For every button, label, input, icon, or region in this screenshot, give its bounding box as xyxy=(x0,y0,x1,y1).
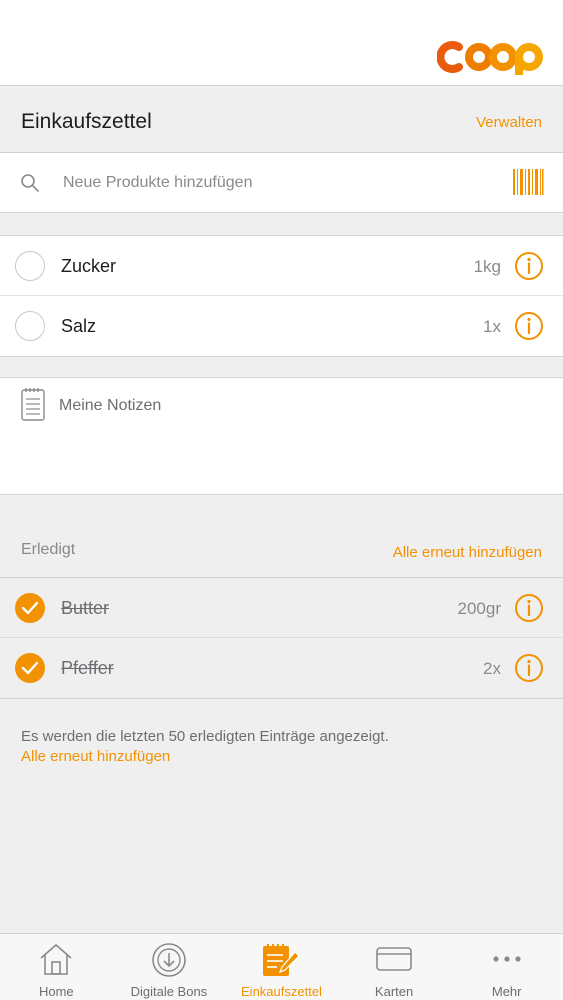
shopping-list-icon xyxy=(261,942,301,983)
item-checkbox[interactable] xyxy=(15,311,45,341)
tab-label: Home xyxy=(38,984,74,999)
done-footnote: Es werden die letzten 50 erledigten Eint… xyxy=(21,727,541,767)
tab-digitale-bons[interactable]: Digitale Bons xyxy=(113,934,226,1000)
item-name: Salz xyxy=(61,316,97,336)
item-quantity: 200gr xyxy=(457,599,501,618)
tab-label: Digitale Bons xyxy=(130,984,208,999)
home-icon xyxy=(38,942,74,981)
done-item[interactable]: Pfeffer 2x xyxy=(0,638,563,698)
done-label: Erledigt xyxy=(21,541,76,558)
footnote-text: Es werden die letzten 50 erledigten Eint… xyxy=(21,728,389,745)
add-product-search[interactable]: Neue Produkte hinzufügen xyxy=(0,153,563,213)
readd-all-button[interactable]: Alle erneut hinzufügen xyxy=(393,544,542,561)
list-header: Einkaufszettel Verwalten xyxy=(0,86,563,153)
item-quantity: 1kg xyxy=(473,257,501,276)
coop-logo xyxy=(437,38,549,76)
receipt-icon xyxy=(151,942,187,983)
tab-label: Karten xyxy=(374,984,414,999)
item-name: Zucker xyxy=(61,256,117,276)
list-item[interactable]: Salz 1x xyxy=(0,296,563,356)
info-icon[interactable] xyxy=(514,251,544,281)
footnote-readd-link[interactable]: Alle erneut hinzufügen xyxy=(21,747,541,767)
top-bar xyxy=(0,0,563,86)
tab-einkaufszettel[interactable]: Einkaufszettel xyxy=(225,934,338,1000)
card-icon xyxy=(375,942,413,981)
tab-bar: Home Digitale Bons Einkaufszettel Karten… xyxy=(0,933,563,1000)
item-quantity: 2x xyxy=(483,659,501,678)
list-item[interactable]: Zucker 1kg xyxy=(0,236,563,296)
tab-label: Mehr xyxy=(491,984,522,999)
page-title: Einkaufszettel xyxy=(21,110,152,133)
shopping-list: Zucker 1kg Salz 1x xyxy=(0,235,563,357)
info-icon[interactable] xyxy=(514,311,544,341)
info-icon[interactable] xyxy=(514,653,544,683)
more-icon xyxy=(489,942,525,981)
search-input[interactable]: Neue Produkte hinzufügen xyxy=(63,174,252,192)
done-section-header: Erledigt Alle erneut hinzufügen xyxy=(0,530,563,576)
notes-placeholder: Meine Notizen xyxy=(59,397,162,414)
info-icon[interactable] xyxy=(514,593,544,623)
manage-button[interactable]: Verwalten xyxy=(476,114,542,131)
tab-karten[interactable]: Karten xyxy=(338,934,451,1000)
notepad-icon xyxy=(20,386,46,427)
checked-checkbox[interactable] xyxy=(15,653,45,683)
tab-label: Einkaufszettel xyxy=(241,984,322,999)
search-icon xyxy=(20,173,40,198)
barcode-icon[interactable] xyxy=(512,168,544,201)
tab-home[interactable]: Home xyxy=(0,934,113,1000)
item-name: Butter xyxy=(61,598,110,618)
notes-area[interactable]: Meine Notizen xyxy=(0,377,563,495)
done-list: Butter 200gr Pfeffer 2x xyxy=(0,577,563,699)
item-name: Pfeffer xyxy=(61,658,114,678)
tab-mehr[interactable]: Mehr xyxy=(450,934,563,1000)
item-quantity: 1x xyxy=(483,317,501,336)
item-checkbox[interactable] xyxy=(15,251,45,281)
done-item[interactable]: Butter 200gr xyxy=(0,578,563,638)
checked-checkbox[interactable] xyxy=(15,593,45,623)
